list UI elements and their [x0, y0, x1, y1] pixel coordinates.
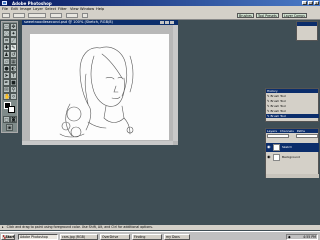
visibility-eye-icon[interactable]: ◉ [267, 155, 271, 159]
opacity-field[interactable] [50, 12, 62, 18]
eyedropper-tool-icon[interactable]: ⚲ [10, 86, 17, 93]
airbrush-toggle[interactable] [82, 12, 88, 18]
menu-filter[interactable]: Filter [58, 7, 67, 11]
canvas[interactable] [30, 34, 169, 140]
layer-row[interactable]: ◉ Background [266, 153, 319, 162]
history-panel: History ✎ Brush Tool ✎ Brush Tool ✎ Brus… [265, 88, 319, 122]
healing-tool-icon[interactable]: ✚ [3, 44, 10, 51]
layer-row[interactable]: ◉ Sketch [266, 143, 319, 152]
tab-layer-comps[interactable]: Layer Comps [282, 13, 307, 18]
type-tool-icon[interactable]: T [10, 72, 17, 79]
opacity-field[interactable] [296, 134, 318, 138]
toolbox: ▭ ✥ ◌ ✦ ⌗ ⟋ ✚ ✎ ♟ ↺ ▱ ▦ ● ◐ ➤ T ✒ ■ ✉ ⚲ … [1, 21, 18, 133]
photoshop-app-icon [2, 1, 7, 5]
quick-mask-icon[interactable]: ◙ [10, 116, 17, 123]
history-item[interactable]: ✎ Brush Tool [267, 94, 286, 98]
taskbar-item-overdrive[interactable]: OverDrive [100, 233, 130, 240]
background-color-swatch[interactable] [8, 106, 15, 113]
maximize-button[interactable]: □ [308, 1, 313, 5]
gradient-tool-icon[interactable]: ▦ [10, 58, 17, 65]
layers-panel-footer [266, 174, 319, 178]
pen-tool-icon[interactable]: ✒ [3, 79, 10, 86]
layers-panel: Layers Channels Paths ◉ Sketch ◉ Backgro… [265, 128, 319, 178]
dodge-tool-icon[interactable]: ◐ [10, 65, 17, 72]
eraser-tool-icon[interactable]: ▱ [3, 58, 10, 65]
lasso-tool-icon[interactable]: ◌ [3, 30, 10, 37]
minimize-button[interactable]: _ [302, 1, 307, 5]
close-button[interactable]: x [314, 1, 319, 5]
menu-select[interactable]: Select [45, 7, 56, 11]
crop-tool-icon[interactable]: ⌗ [3, 37, 10, 44]
brush-preset-picker[interactable] [13, 12, 25, 18]
notes-tool-icon[interactable]: ✉ [3, 86, 10, 93]
taskbar-item-image[interactable]: cars.jpg (RGB) [60, 233, 98, 240]
layer-thumbnail [273, 144, 280, 151]
options-bar: Brushes Tool Presets Layer Comps [0, 11, 320, 20]
system-tray: ◆ 4:55 PM [286, 233, 318, 240]
document-close-button[interactable] [170, 21, 174, 24]
tab-layers[interactable]: Layers [267, 129, 277, 133]
status-bar: ▸ Click and drag to paint using foregrou… [0, 225, 320, 230]
tab-brushes[interactable]: Brushes [237, 13, 254, 18]
menu-help[interactable]: Help [96, 7, 104, 11]
layer-name: Sketch [282, 145, 293, 149]
layer-thumbnail [273, 154, 280, 161]
taskbar-item-photoshop[interactable]: Adobe Photoshop [18, 233, 58, 240]
navigator-panel [296, 21, 318, 41]
taskbar: ▚Start Adobe Photoshop cars.jpg (RGB) Ov… [0, 231, 320, 240]
menu-image[interactable]: Image [20, 7, 31, 11]
menu-window[interactable]: Window [80, 7, 94, 11]
flow-field[interactable] [66, 12, 78, 18]
tab-tool-presets[interactable]: Tool Presets [256, 13, 279, 18]
shape-tool-icon[interactable]: ■ [10, 79, 17, 86]
menu-file[interactable]: File [2, 7, 8, 11]
status-text: Click and drag to paint using foreground… [6, 225, 153, 229]
clock: 4:55 PM [303, 235, 316, 240]
layer-name: Background [282, 155, 300, 159]
menu-view[interactable]: View [70, 7, 79, 11]
taskbar-item-docs[interactable]: my Docs [164, 233, 190, 240]
status-arrow-icon: ▸ [2, 225, 4, 229]
navigator-panel-header[interactable] [297, 22, 317, 26]
history-brush-tool-icon[interactable]: ↺ [10, 51, 17, 58]
marquee-tool-icon[interactable]: ▭ [3, 23, 10, 30]
taskbar-item-finding[interactable]: Finding [132, 233, 162, 240]
tray-icon[interactable]: ◆ [288, 235, 291, 239]
blur-tool-icon[interactable]: ● [3, 65, 10, 72]
document-horizontal-scrollbar[interactable] [22, 141, 173, 145]
visibility-eye-icon[interactable]: ◉ [267, 145, 271, 149]
mode-dropdown[interactable] [28, 12, 46, 18]
menu-layer[interactable]: Layer [33, 7, 43, 11]
tab-channels[interactable]: Channels [280, 129, 294, 133]
zoom-tool-icon[interactable]: ⚪ [10, 93, 17, 100]
blend-mode-dropdown[interactable] [267, 134, 289, 138]
history-item[interactable]: ✎ Brush Tool [267, 99, 286, 103]
document-maximize-button[interactable] [165, 21, 169, 24]
tab-paths[interactable]: Paths [297, 129, 305, 133]
slice-tool-icon[interactable]: ⟋ [10, 37, 17, 44]
magic-wand-tool-icon[interactable]: ✦ [10, 30, 17, 37]
path-selection-tool-icon[interactable]: ➤ [3, 72, 10, 79]
layers-panel-header: Layers Channels Paths [266, 129, 318, 133]
clone-stamp-tool-icon[interactable]: ♟ [3, 51, 10, 58]
history-item[interactable]: ✎ Brush Tool [267, 104, 286, 108]
menu-edit[interactable]: Edit [11, 7, 18, 11]
brush-tool-icon[interactable]: ✎ [10, 44, 17, 51]
history-item-active[interactable]: ✎ Brush Tool [266, 114, 319, 118]
standard-mode-icon[interactable]: ◻ [3, 116, 10, 123]
history-panel-header[interactable]: History [266, 89, 318, 93]
document-title: sweetnoodlesecond.psd @ 100% (Sketch, RG… [24, 20, 113, 24]
hand-tool-icon[interactable]: ✋ [3, 93, 10, 100]
move-tool-icon[interactable]: ✥ [10, 23, 17, 30]
document-vertical-scrollbar[interactable] [173, 25, 178, 141]
tool-preset-picker[interactable] [2, 12, 10, 18]
history-item[interactable]: ✎ Brush Tool [267, 109, 286, 113]
start-button[interactable]: ▚Start [1, 233, 15, 240]
pencil-sketch [59, 46, 134, 138]
screen-mode-icon[interactable]: ▣ [6, 124, 13, 131]
app-title: Adobe Photoshop [12, 0, 52, 6]
document-minimize-button[interactable] [160, 21, 164, 24]
